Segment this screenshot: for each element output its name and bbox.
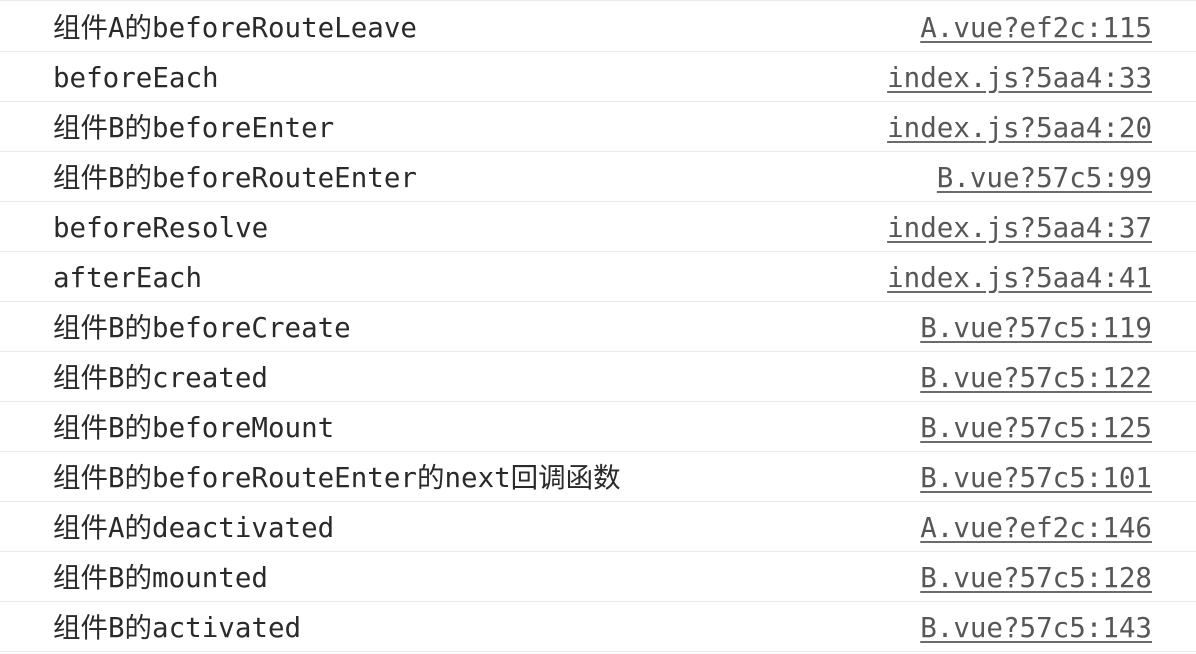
- console-message-text: 组件A的beforeRouteLeave: [53, 12, 417, 44]
- console-message-text: 组件B的created: [53, 362, 268, 394]
- divider: [0, 0, 1196, 1]
- console-message-text: 组件B的activated: [53, 612, 302, 644]
- console-message-text: 组件B的beforeMount: [53, 412, 335, 444]
- source-link[interactable]: B.vue?57c5:99: [937, 160, 1152, 196]
- console-message-text: beforeResolve: [53, 212, 269, 244]
- console-message-row: 组件B的beforeMount B.vue?57c5:125: [0, 402, 1196, 452]
- console-message-row: 组件B的created B.vue?57c5:122: [0, 352, 1196, 402]
- console-message-row: 组件B的beforeRouteEnter B.vue?57c5:99: [0, 152, 1196, 202]
- console-message-text: 组件B的beforeRouteEnter的next回调函数: [53, 462, 621, 494]
- console-message-text: 组件B的beforeRouteEnter: [53, 162, 417, 194]
- source-link[interactable]: A.vue?ef2c:146: [920, 510, 1152, 546]
- console-message-text: afterEach: [53, 262, 203, 294]
- console-message-row: beforeEach index.js?5aa4:33: [0, 52, 1196, 102]
- source-link[interactable]: B.vue?57c5:128: [920, 560, 1152, 596]
- source-link[interactable]: B.vue?57c5:125: [920, 410, 1152, 446]
- console-log-panel: 组件A的beforeRouteLeave A.vue?ef2c:115 befo…: [0, 0, 1196, 654]
- console-message-text: 组件B的mounted: [53, 562, 268, 594]
- source-link[interactable]: B.vue?57c5:101: [920, 460, 1152, 496]
- console-message-row: 组件B的activated B.vue?57c5:143: [0, 602, 1196, 652]
- console-message-row: 组件B的beforeCreate B.vue?57c5:119: [0, 302, 1196, 352]
- console-message-text: beforeEach: [53, 62, 219, 94]
- source-link[interactable]: B.vue?57c5:143: [920, 610, 1152, 646]
- console-message-row: 组件B的mounted B.vue?57c5:128: [0, 552, 1196, 602]
- source-link[interactable]: index.js?5aa4:20: [887, 110, 1152, 146]
- source-link[interactable]: index.js?5aa4:41: [887, 260, 1152, 296]
- source-link[interactable]: A.vue?ef2c:115: [920, 10, 1152, 46]
- console-message-text: 组件B的beforeCreate: [53, 312, 351, 344]
- console-message-row: 组件B的beforeEnter index.js?5aa4:20: [0, 102, 1196, 152]
- console-message-row: beforeResolve index.js?5aa4:37: [0, 202, 1196, 252]
- source-link[interactable]: B.vue?57c5:122: [920, 360, 1152, 396]
- source-link[interactable]: index.js?5aa4:33: [887, 60, 1152, 96]
- console-message-row: 组件A的deactivated A.vue?ef2c:146: [0, 502, 1196, 552]
- console-message-row: 组件A的beforeRouteLeave A.vue?ef2c:115: [0, 2, 1196, 52]
- source-link[interactable]: B.vue?57c5:119: [920, 310, 1152, 346]
- console-message-text: 组件A的deactivated: [53, 512, 335, 544]
- source-link[interactable]: index.js?5aa4:37: [887, 210, 1152, 246]
- console-message-row: 组件B的beforeRouteEnter的next回调函数 B.vue?57c5…: [0, 452, 1196, 502]
- console-message-text: 组件B的beforeEnter: [53, 112, 335, 144]
- console-message-row: afterEach index.js?5aa4:41: [0, 252, 1196, 302]
